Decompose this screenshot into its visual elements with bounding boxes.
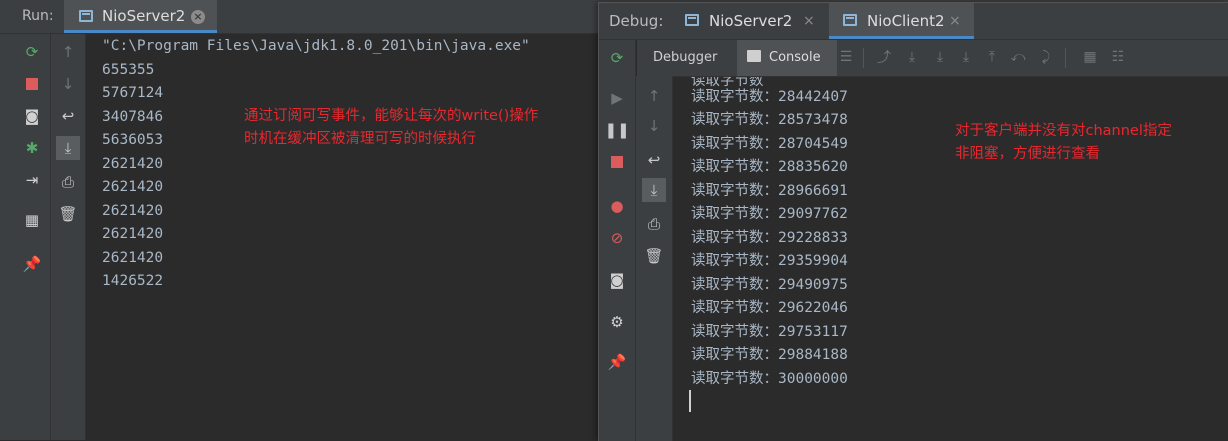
run-console-output[interactable]: "C:\Program Files\Java\jdk1.8.0_201\bin\… <box>86 34 598 440</box>
output-line: 5767124 <box>102 85 164 101</box>
output-line: 读取字节数：29884188 <box>691 347 848 363</box>
scroll-end-icon[interactable]: ⤓ <box>56 136 80 160</box>
console-label: Console <box>769 50 821 65</box>
debug-console-output[interactable]: 读取字节数 读取字节数：28442407 读取字节数：28573478 读取字节… <box>673 77 1228 441</box>
force-step-into-icon[interactable]: ⤓ <box>957 48 975 66</box>
run-label: Run: <box>22 8 54 24</box>
show-execution-point-icon[interactable]: ⤴ <box>875 48 893 66</box>
trash-icon[interactable]: 🗑 <box>58 204 78 224</box>
output-line: 5636053 <box>102 132 164 148</box>
print-icon[interactable]: ⎙ <box>644 214 664 234</box>
output-line: 读取字节数：29622046 <box>691 300 848 316</box>
close-icon[interactable]: × <box>803 13 815 29</box>
pin-icon[interactable]: 📌 <box>22 254 42 274</box>
annotation-line: 非阻塞，方便进行查看 <box>955 146 1100 162</box>
output-line: 读取字节数：30000000 <box>691 371 848 387</box>
down-arrow-icon[interactable]: ↓ <box>58 74 78 94</box>
stop-icon[interactable] <box>22 74 42 94</box>
divider <box>863 48 864 68</box>
output-line: 读取字节数：29753117 <box>691 324 848 340</box>
evaluate-icon[interactable]: ▦ <box>1081 48 1099 66</box>
output-line: 读取字节数：29490975 <box>691 277 848 293</box>
debug-secondary-toolbar: ↑ ↓ ↩ ⤓ ⎙ 🗑 <box>636 76 673 441</box>
close-icon[interactable]: × <box>949 13 961 29</box>
annotation-line: 时机在缓冲区被清理可写的时候执行 <box>244 131 476 147</box>
tab-debugger[interactable]: Debugger <box>653 50 717 65</box>
output-line: 读取字节数：28966691 <box>691 183 848 199</box>
down-arrow-icon[interactable]: ↓ <box>644 116 664 136</box>
output-line: 读取字节数：28704549 <box>691 136 848 152</box>
camera-icon[interactable]: ◙ <box>607 270 627 290</box>
output-line: 1426522 <box>102 273 164 289</box>
menu-icon[interactable]: ☰ <box>837 48 855 66</box>
console-window-icon <box>843 14 857 26</box>
camera-icon[interactable]: ◙ <box>22 106 42 126</box>
output-line: 读取字节数：29097762 <box>691 206 848 222</box>
soft-wrap-icon[interactable]: ↩ <box>58 106 78 126</box>
tab-nioclient2[interactable]: NioClient2 × <box>829 3 974 39</box>
step-over-icon[interactable]: ⤓ <box>903 48 921 66</box>
debug-rerun-icon[interactable]: ✱ <box>22 138 42 158</box>
trash-icon[interactable]: 🗑 <box>644 246 664 266</box>
step-out-icon[interactable]: ⤒ <box>983 48 1001 66</box>
tab-nioserver2[interactable]: NioServer2 × <box>64 0 217 33</box>
command-line: "C:\Program Files\Java\jdk1.8.0_201\bin\… <box>102 38 530 54</box>
up-arrow-icon[interactable]: ↑ <box>58 42 78 62</box>
debug-label: Debug: <box>609 12 664 30</box>
settings-icon[interactable]: ⚙ <box>607 312 627 332</box>
output-line: 3407846 <box>102 109 164 125</box>
annotation-line: 对于客户端并没有对channel指定 <box>955 123 1172 139</box>
output-line: 读取字节数：28442407 <box>691 89 848 105</box>
stop-icon[interactable] <box>607 152 627 172</box>
tab-nioserver2[interactable]: NioServer2 × <box>675 3 828 39</box>
text-cursor <box>689 390 691 412</box>
output-line: 655355 <box>102 62 155 78</box>
output-line: 读取字节数：28573478 <box>691 112 848 128</box>
up-arrow-icon[interactable]: ↑ <box>644 86 664 106</box>
drop-frame-icon[interactable]: ⤺ <box>1009 48 1027 66</box>
output-line: 读取字节数：29228833 <box>691 230 848 246</box>
output-line: 读取字节数：29359904 <box>691 253 848 269</box>
divider <box>1065 48 1066 68</box>
debug-toolbar: Debugger Console ☰ ⤴ ⤓ ⤓ ⤓ ⤒ ⤺ ⤸ ▦ ☷ <box>637 40 1228 77</box>
output-line: 2621420 <box>102 226 164 242</box>
run-secondary-toolbar: ↑ ↓ ↩ ⤓ ⎙ 🗑 <box>51 34 86 440</box>
rerun-icon[interactable]: ⟳ <box>22 42 42 62</box>
output-line: 2621420 <box>102 250 164 266</box>
pin-icon[interactable]: 📌 <box>607 352 627 372</box>
login-icon[interactable]: ⇥ <box>22 170 42 190</box>
output-line: 2621420 <box>102 156 164 172</box>
pause-icon[interactable]: ❚❚ <box>604 120 629 140</box>
layout-icon[interactable]: ▦ <box>22 210 42 230</box>
mute-icon[interactable]: ⊘ <box>607 228 627 248</box>
breakpoints-icon[interactable]: ● <box>607 196 627 216</box>
console-window-icon <box>79 10 93 22</box>
tab-label: NioServer2 <box>102 7 186 25</box>
console-window-icon <box>685 14 699 26</box>
tab-label: NioClient2 <box>867 12 945 30</box>
run-to-cursor-icon[interactable]: ⤸ <box>1037 48 1055 66</box>
print-icon[interactable]: ⎙ <box>58 172 78 192</box>
output-line: 2621420 <box>102 203 164 219</box>
rerun-icon[interactable]: ⟳ <box>607 48 627 68</box>
scroll-end-icon[interactable]: ⤓ <box>642 178 666 202</box>
run-left-toolbar: ⟳ ◙ ✱ ⇥ ▦ 📌 <box>0 34 51 440</box>
tab-label: NioServer2 <box>709 12 793 30</box>
soft-wrap-icon[interactable]: ↩ <box>644 150 664 170</box>
debug-left-toolbar: ⟳ ▶ ❚❚ ● ⊘ ◙ ⚙ 📌 <box>599 40 636 441</box>
debug-window: Debug: NioServer2 × NioClient2 × ⟳ ▶ ❚❚ … <box>598 2 1228 441</box>
console-icon <box>747 50 761 62</box>
annotation-line: 通过订阅可写事件，能够让每次的write()操作 <box>244 108 539 124</box>
output-line: 2621420 <box>102 179 164 195</box>
close-icon[interactable]: × <box>191 10 205 24</box>
trace-icon[interactable]: ☷ <box>1109 48 1127 66</box>
output-line: 读取字节数：28835620 <box>691 159 848 175</box>
resume-icon[interactable]: ▶ <box>607 88 627 108</box>
step-into-icon[interactable]: ⤓ <box>931 48 949 66</box>
